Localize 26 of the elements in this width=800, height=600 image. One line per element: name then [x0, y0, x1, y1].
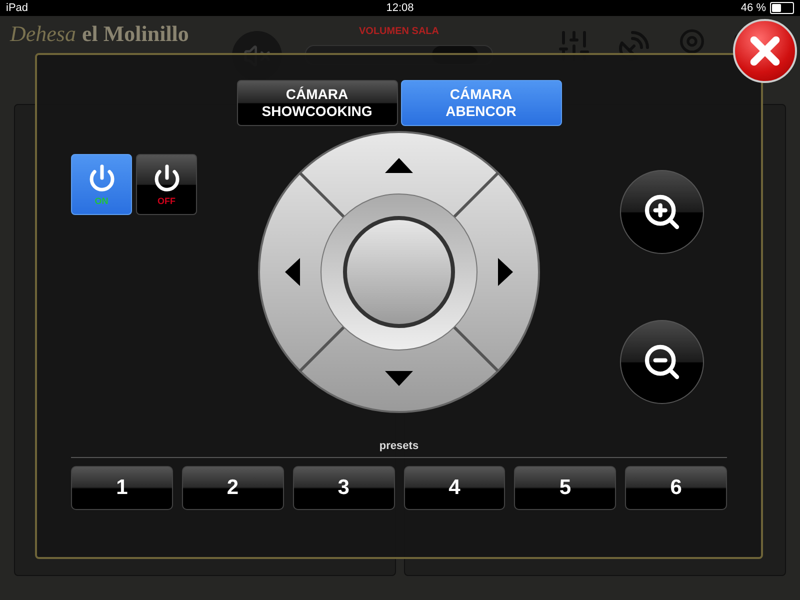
preset-button[interactable]: 6	[625, 466, 727, 510]
power-button[interactable]: OFF	[136, 154, 197, 215]
preset-button[interactable]: 5	[514, 466, 616, 510]
down-arrow-icon[interactable]	[385, 371, 413, 386]
device-name: iPad	[6, 2, 30, 14]
presets-label: presets	[379, 440, 419, 452]
left-arrow-icon[interactable]	[285, 258, 300, 286]
power-icon	[88, 164, 116, 192]
power-icon	[152, 164, 180, 192]
up-arrow-icon[interactable]	[385, 158, 413, 173]
center-button[interactable]	[343, 216, 455, 328]
logo-script: Dehesa	[10, 20, 76, 48]
right-arrow-icon[interactable]	[498, 258, 513, 286]
battery-percent: 46 %	[740, 2, 766, 14]
preset-button[interactable]: 4	[404, 466, 506, 510]
clock: 12:08	[386, 2, 414, 14]
zoom-out-icon	[642, 342, 682, 382]
camera-tab[interactable]: CÁMARA ABENCOR	[400, 80, 562, 126]
preset-button[interactable]: 2	[182, 466, 284, 510]
logo-name: el Molinillo	[82, 20, 189, 48]
preset-button[interactable]: 1	[71, 466, 173, 510]
camera-tab[interactable]: CÁMARA SHOWCOOKING	[236, 80, 398, 126]
volume-label: VOLUMEN SALA	[359, 26, 439, 36]
battery-icon	[770, 2, 794, 14]
zoom-in-icon	[642, 192, 682, 232]
preset-button[interactable]: 3	[292, 466, 394, 510]
